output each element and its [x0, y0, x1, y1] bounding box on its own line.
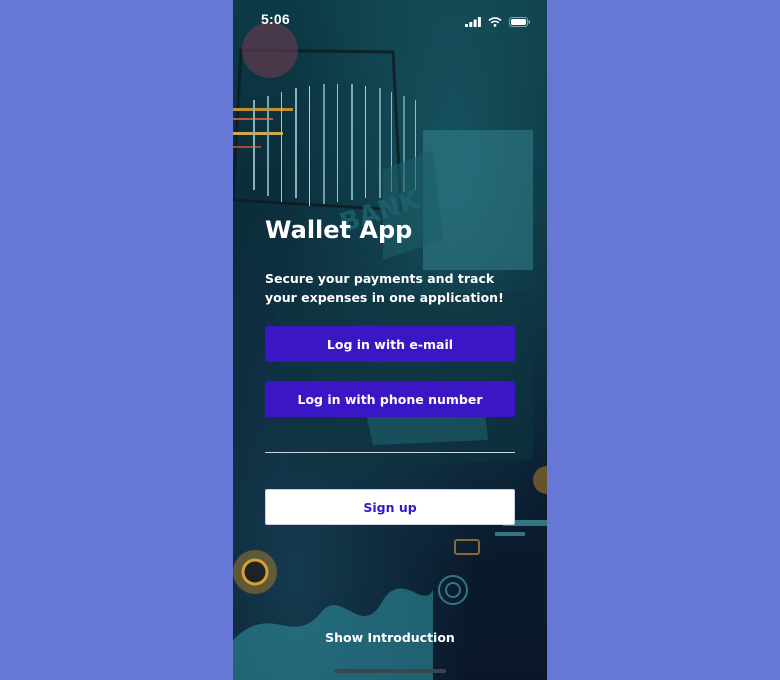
wifi-icon — [488, 12, 502, 31]
show-introduction-link[interactable]: Show Introduction — [233, 630, 547, 645]
page-background: BANK 5:06 Wallet App Secure your payment… — [0, 0, 780, 680]
divider — [265, 452, 515, 453]
battery-icon — [509, 12, 531, 31]
login-phone-button[interactable]: Log in with phone number — [265, 381, 515, 417]
home-indicator — [334, 669, 446, 673]
login-email-button[interactable]: Log in with e-mail — [265, 326, 515, 362]
app-subtitle: Secure your payments and track your expe… — [265, 271, 504, 305]
signal-icon — [465, 12, 481, 31]
status-bar: 5:06 — [233, 0, 547, 40]
app-title: Wallet App — [265, 216, 413, 244]
status-icons — [465, 12, 531, 31]
phone-screen: BANK 5:06 Wallet App Secure your payment… — [233, 0, 547, 680]
signup-button[interactable]: Sign up — [265, 489, 515, 525]
status-time: 5:06 — [261, 11, 290, 27]
